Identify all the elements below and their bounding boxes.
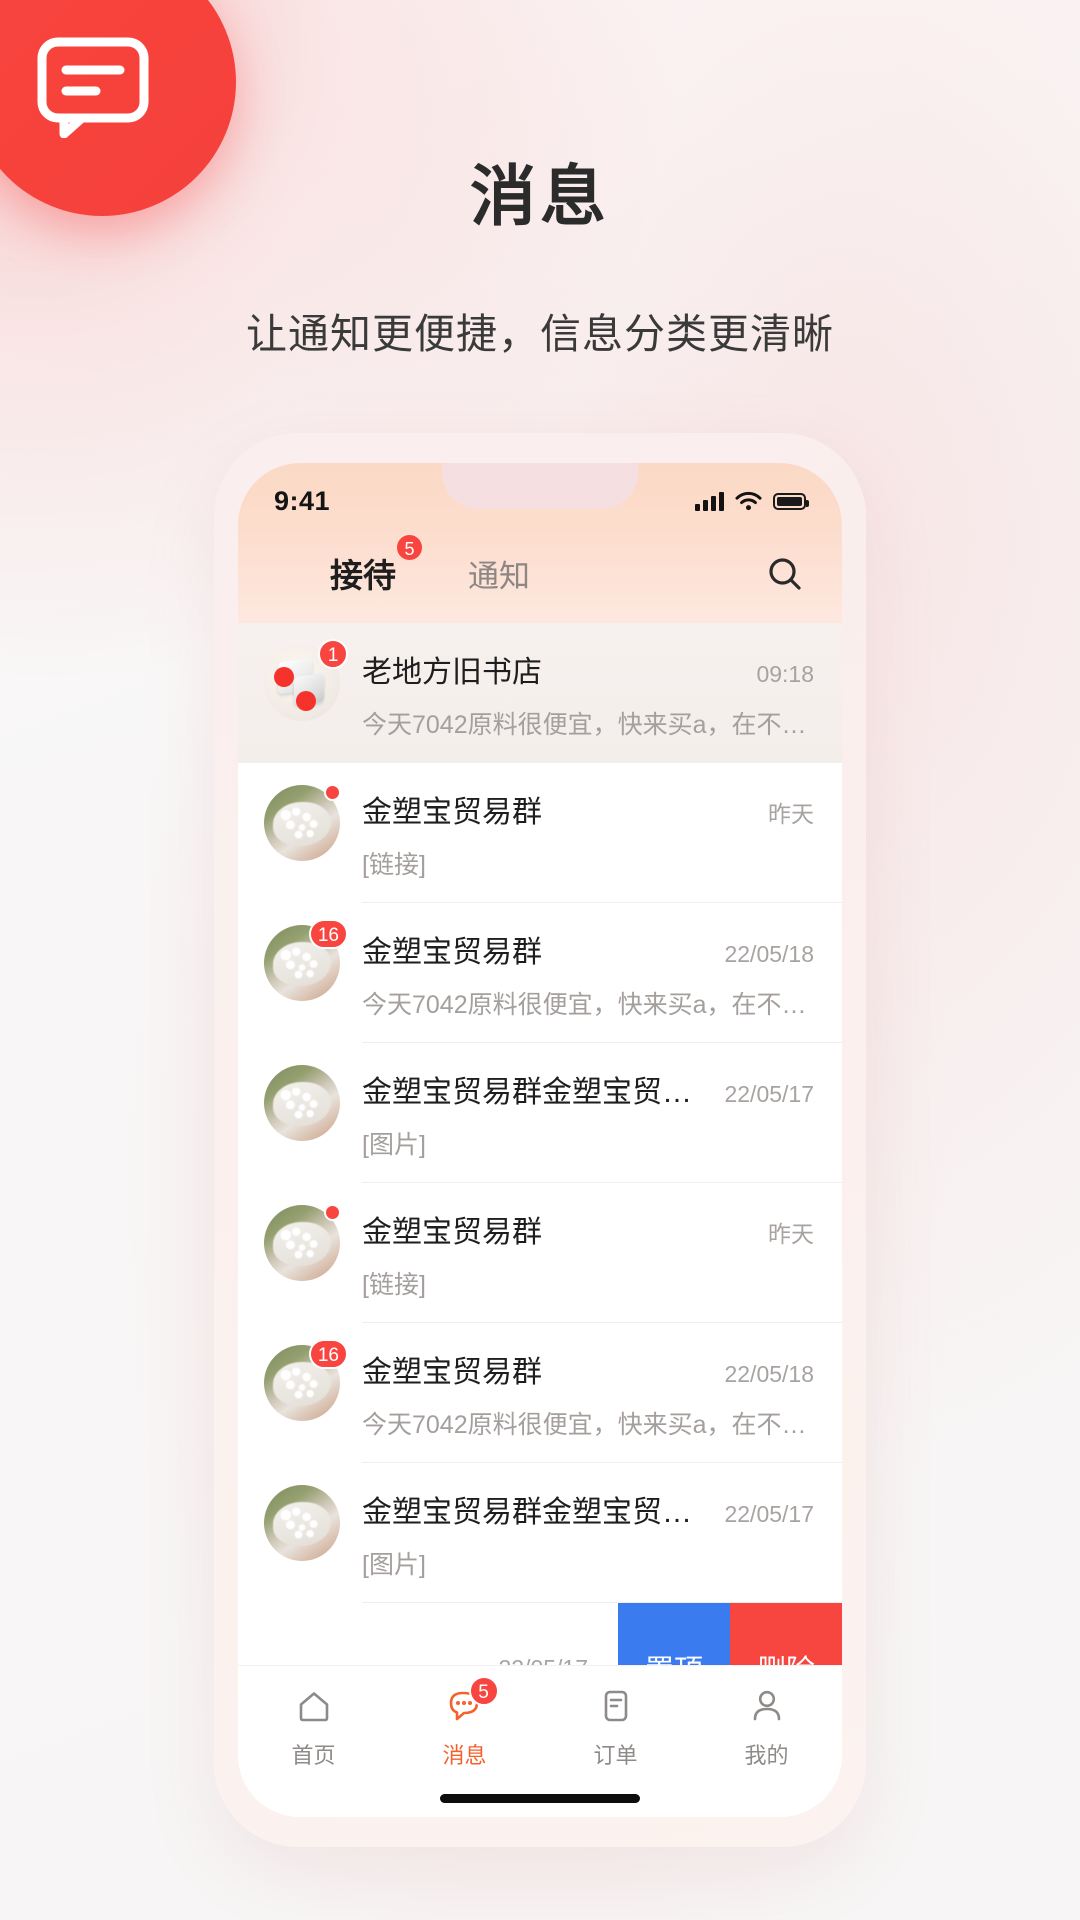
search-icon	[769, 558, 801, 590]
page-subtitle: 让通知更便捷，信息分类更清晰	[246, 311, 834, 357]
message-row[interactable]: 16 金塑宝贸易群 22/05/18 今天7042原料很便宜，快来买a，在不来买…	[238, 1323, 842, 1463]
nav-item-profile[interactable]: 我的	[691, 1684, 842, 1770]
home-icon	[292, 1684, 336, 1728]
nav-label-messages: 消息	[442, 1743, 487, 1768]
status-icons	[695, 491, 809, 511]
message-body: 金塑宝贸易群 22/05/18 今天7042原料很便宜，快来买a，在不来买他买买…	[362, 1345, 814, 1441]
wifi-icon	[735, 491, 762, 511]
unread-badge: 16	[308, 919, 348, 949]
tab-reception[interactable]: 接待 5	[330, 533, 424, 599]
message-title: 金塑宝贸易群	[362, 1356, 542, 1389]
message-title: 金塑宝贸易群金塑宝贸易群金塑...	[362, 1076, 715, 1109]
avatar-wrap: 16	[264, 1339, 348, 1421]
message-top: 金塑宝贸易群金塑宝贸易群金塑... 22/05/17	[362, 1487, 814, 1531]
plastic-pellets-avatar	[264, 1065, 340, 1141]
nav-item-messages[interactable]: 5 消息	[389, 1676, 540, 1770]
avatar-wrap: 16	[264, 919, 348, 1001]
avatar-wrap	[264, 1204, 341, 1281]
message-top: 金塑宝贸易群金塑宝贸易群金塑... 22/05/17	[362, 1067, 814, 1111]
tab-group: 接待 5 通知	[330, 533, 762, 599]
plastic-pellets-avatar	[264, 1485, 340, 1561]
battery-full-icon	[773, 492, 809, 510]
message-top: 老地方旧书店 09:18	[362, 647, 814, 691]
unread-dot	[324, 784, 341, 801]
message-title: 金塑宝贸易群	[362, 936, 542, 969]
message-time: 昨天	[768, 1221, 814, 1247]
tab-notifications[interactable]: 通知	[468, 551, 530, 598]
avatar-wrap	[264, 784, 341, 861]
message-body: 金塑宝贸易群 22/05/18 今天7042原料很便宜，快来买a，在不来买他买买…	[362, 925, 814, 1021]
message-row[interactable]: 16 金塑宝贸易群 22/05/18 今天7042原料很便宜，快来买a，在不来买…	[238, 903, 842, 1043]
tab-reception-badge: 5	[395, 533, 424, 562]
phone-screen: 9:41 接待 5 通知 1 老地方旧书店 09:18 今天7042原料很便宜，…	[238, 463, 842, 1817]
avatar-wrap	[264, 1485, 340, 1561]
status-time: 9:41	[274, 485, 331, 516]
heart-icon	[274, 667, 294, 687]
tab-notifications-label: 通知	[468, 558, 530, 594]
search-button[interactable]	[762, 551, 808, 597]
nav-item-home[interactable]: 首页	[238, 1684, 389, 1770]
message-body: 金塑宝贸易群 昨天 [链接]	[362, 785, 814, 881]
message-preview: 今天7042原料很便宜，快来买a，在不来买他买买a...	[362, 991, 814, 1019]
nav-badge-messages: 5	[468, 1676, 499, 1706]
message-preview: [链接]	[362, 851, 426, 879]
message-time: 昨天	[768, 801, 814, 827]
message-top: 金塑宝贸易群 22/05/18	[362, 1347, 814, 1391]
message-list: 1 老地方旧书店 09:18 今天7042原料很便宜，快来买a，在不来买他买买a…	[238, 623, 842, 1817]
message-top: 金塑宝贸易群 昨天	[362, 1207, 814, 1251]
message-preview: 今天7042原料很便宜，快来买a，在不来买他买买a...	[362, 711, 814, 739]
nav-label-home: 首页	[291, 1743, 336, 1768]
message-bubble-icon: 5	[443, 1676, 499, 1728]
unread-badge: 1	[318, 639, 348, 669]
message-preview: 今天7042原料很便宜，快来买a，在不来买他买买a...	[362, 1411, 814, 1439]
message-title: 金塑宝贸易群	[362, 796, 542, 829]
screen-header: 9:41 接待 5 通知	[238, 463, 842, 623]
message-top: 金塑宝贸易群 昨天	[362, 787, 814, 831]
message-time: 22/05/18	[724, 941, 814, 967]
message-row[interactable]: 金塑宝贸易群金塑宝贸易群金塑... 22/05/17 [图片]	[238, 1043, 842, 1183]
message-time: 22/05/18	[724, 1361, 814, 1387]
message-preview: [图片]	[362, 1551, 426, 1579]
message-body: 金塑宝贸易群金塑宝贸易群金塑... 22/05/17 [图片]	[362, 1485, 814, 1581]
message-row[interactable]: 金塑宝贸易群 昨天 [链接]	[238, 763, 842, 903]
message-row[interactable]: 1 老地方旧书店 09:18 今天7042原料很便宜，快来买a，在不来买他买买a…	[238, 623, 842, 763]
message-time: 09:18	[756, 661, 814, 687]
unread-dot	[324, 1204, 341, 1221]
message-row[interactable]: 金塑宝贸易群 昨天 [链接]	[238, 1183, 842, 1323]
nav-label-profile: 我的	[744, 1743, 789, 1768]
message-body: 金塑宝贸易群 昨天 [链接]	[362, 1205, 814, 1301]
avatar-wrap: 1	[264, 639, 348, 721]
message-body: 金塑宝贸易群金塑宝贸易群金塑... 22/05/17 [图片]	[362, 1065, 814, 1161]
nav-label-orders: 订单	[593, 1743, 638, 1768]
user-profile-icon	[745, 1684, 789, 1728]
message-title: 老地方旧书店	[362, 656, 542, 689]
status-bar: 9:41	[238, 463, 842, 525]
chat-bubble-icon	[37, 37, 149, 138]
nav-item-orders[interactable]: 订单	[540, 1684, 691, 1770]
message-time: 22/05/17	[724, 1501, 814, 1527]
message-top: 金塑宝贸易群 22/05/18	[362, 927, 814, 971]
top-tab-bar: 接待 5 通知	[238, 525, 842, 623]
avatar-wrap	[264, 1065, 340, 1141]
cellular-signal-icon	[695, 491, 724, 511]
message-preview: [链接]	[362, 1271, 426, 1299]
message-title: 金塑宝贸易群金塑宝贸易群金塑...	[362, 1496, 715, 1529]
message-preview: [图片]	[362, 1131, 426, 1159]
message-time: 22/05/17	[724, 1081, 814, 1107]
bottom-tab-bar: 首页 5 消息 订单 我的	[238, 1665, 842, 1817]
tab-reception-label: 接待	[330, 557, 396, 594]
home-indicator	[440, 1794, 640, 1803]
message-body: 老地方旧书店 09:18 今天7042原料很便宜，快来买a，在不来买他买买a..…	[362, 645, 814, 741]
message-row[interactable]: 金塑宝贸易群金塑宝贸易群金塑... 22/05/17 [图片]	[238, 1463, 842, 1603]
message-title: 金塑宝贸易群	[362, 1216, 542, 1249]
order-list-icon	[594, 1684, 638, 1728]
heart-icon	[296, 691, 316, 711]
unread-badge: 16	[308, 1339, 348, 1369]
